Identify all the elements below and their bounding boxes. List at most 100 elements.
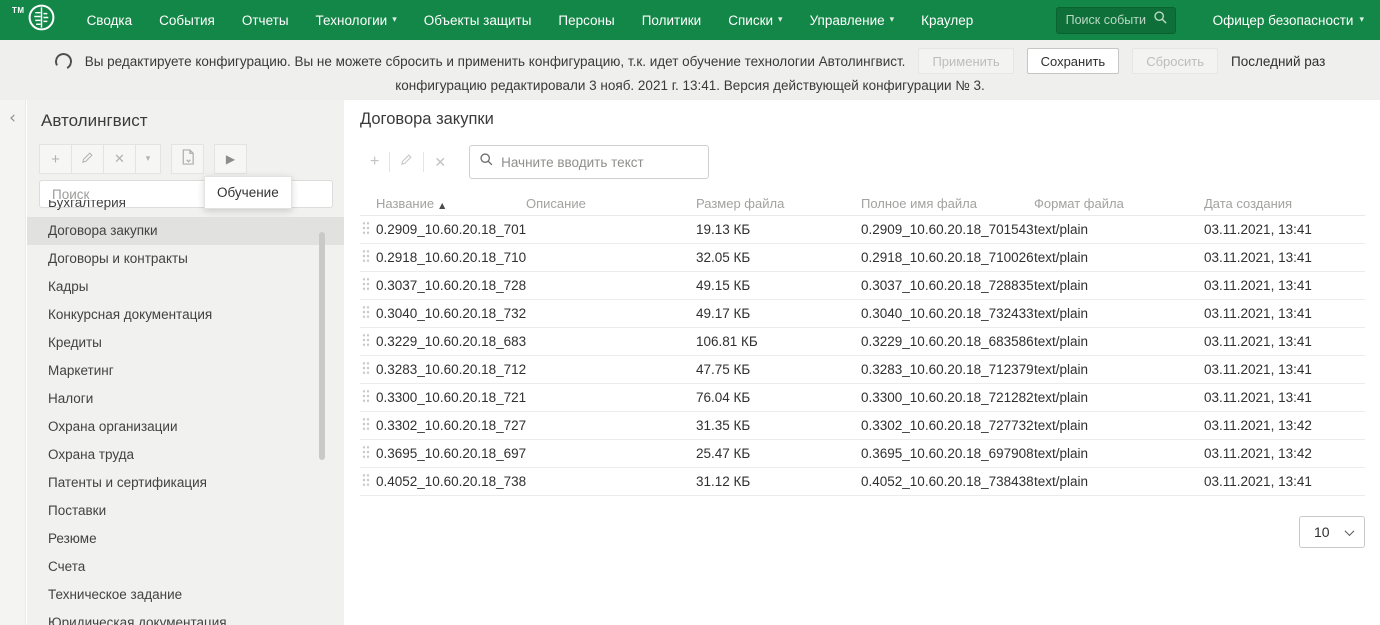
save-button[interactable]: Сохранить: [1026, 48, 1120, 74]
training-start-button[interactable]: ▶: [214, 144, 247, 174]
edit-file-button[interactable]: [390, 153, 423, 171]
table-row[interactable]: 0.2918_10.60.20.18_7100 32.05 КБ 0.2918_10…: [360, 244, 1365, 272]
column-header-name[interactable]: Название ▲: [376, 196, 526, 211]
table-row[interactable]: 0.3300_10.60.20.18_7212 76.04 КБ 0.3300_10…: [360, 384, 1365, 412]
table-row[interactable]: 0.3229_10.60.20.18_6835 106.81 КБ 0.3229_1…: [360, 328, 1365, 356]
cell-name: 0.3037_10.60.20.18_7288: [376, 278, 526, 293]
cell-name: 0.3229_10.60.20.18_6835: [376, 334, 526, 349]
nav-item-label: Персоны: [558, 12, 615, 28]
reset-button[interactable]: Сбросить: [1132, 48, 1219, 74]
delete-category-button[interactable]: ✕: [103, 144, 136, 174]
drag-handle-icon[interactable]: [362, 473, 370, 487]
cell-created: 03.11.2021, 13:41: [1204, 306, 1312, 321]
sidebar-item[interactable]: Поставки: [27, 497, 344, 525]
table-search-input[interactable]: [499, 153, 700, 171]
cell-full_name: 0.2918_10.60.20.18_710026…: [861, 250, 1034, 265]
nav-item-krauler[interactable]: Краулер: [921, 13, 973, 28]
more-actions-button[interactable]: ▾: [135, 144, 161, 174]
sidebar-toolbar: + ✕ ▾ ▶: [39, 144, 344, 174]
sidebar-title: Автолингвист: [41, 111, 148, 130]
chevron-down-icon: ▾: [889, 15, 895, 25]
table-row[interactable]: 0.3283_10.60.20.18_7123 47.75 КБ 0.3283_10…: [360, 356, 1365, 384]
table-row[interactable]: 0.3037_10.60.20.18_7288 49.15 КБ 0.3037_10…: [360, 272, 1365, 300]
sidebar-item[interactable]: Бухгалтерия: [27, 200, 344, 217]
sidebar-item-selected[interactable]: Договора закупки: [27, 217, 344, 245]
nav-item-politiki[interactable]: Политики: [642, 13, 702, 28]
sidebar-item[interactable]: Кредиты: [27, 329, 344, 357]
chevron-down-icon: ▾: [392, 15, 397, 25]
nav-item-svodka[interactable]: Сводка: [87, 13, 133, 28]
edit-category-button[interactable]: [71, 144, 104, 174]
drag-handle-icon[interactable]: [362, 445, 370, 459]
cell-created: 03.11.2021, 13:41: [1204, 222, 1312, 237]
sidebar-item[interactable]: Патенты и сертификация: [27, 469, 344, 497]
delete-file-button[interactable]: ✕: [424, 154, 456, 171]
sort-asc-icon: ▲: [439, 201, 446, 210]
sidebar-item[interactable]: Юридическая документация: [27, 609, 344, 625]
drag-handle-icon[interactable]: [362, 221, 370, 235]
close-icon: ✕: [114, 151, 125, 166]
tooltip-label: Обучение: [217, 185, 279, 200]
column-header-created[interactable]: Дата создания: [1204, 196, 1365, 211]
sidebar-scrollbar[interactable]: [319, 232, 325, 460]
nav-item-obekty-zashchity[interactable]: Объекты защиты: [424, 13, 532, 28]
nav-item-label: Сводка: [86, 12, 133, 28]
add-category-button[interactable]: +: [39, 144, 72, 174]
nav-item-otchety[interactable]: Отчеты: [242, 13, 289, 28]
events-search-box[interactable]: [1055, 6, 1176, 34]
sidebar-item[interactable]: Конкурсная документация: [27, 301, 344, 329]
table-row[interactable]: 0.4052_10.60.20.18_7384 31.12 КБ 0.4052_10…: [360, 468, 1365, 496]
app-logo[interactable]: TM: [12, 3, 56, 37]
nav-item-spiski[interactable]: Списки ▾: [728, 13, 782, 28]
nav-item-persony[interactable]: Персоны: [558, 13, 614, 28]
nav-item-label: Краулер: [921, 12, 974, 28]
sidebar-item[interactable]: Резюме: [27, 525, 344, 553]
banner-message: Вы редактируете конфигурацию. Вы не може…: [84, 53, 906, 69]
table-search-box[interactable]: [469, 145, 710, 179]
drag-handle-icon[interactable]: [362, 361, 370, 375]
column-header-format[interactable]: Формат файла: [1034, 196, 1204, 211]
sidebar-item[interactable]: Налоги: [27, 385, 344, 413]
nav-item-tekhnologii[interactable]: Технологии ▾: [316, 13, 397, 28]
sidebar-item[interactable]: Охрана организации: [27, 413, 344, 441]
nav-item-sobytiya[interactable]: События: [159, 13, 215, 28]
events-search-input[interactable]: [1063, 12, 1148, 28]
drag-handle-icon[interactable]: [362, 249, 370, 263]
table-row[interactable]: 0.3695_10.60.20.18_6979 25.47 КБ 0.3695_10…: [360, 440, 1365, 468]
drag-handle-icon[interactable]: [362, 277, 370, 291]
sidebar-item[interactable]: Счета: [27, 553, 344, 581]
drag-handle-icon[interactable]: [362, 389, 370, 403]
sidebar-item[interactable]: Кадры: [27, 273, 344, 301]
user-menu[interactable]: Офицер безопасности ▾: [1213, 13, 1364, 28]
cell-size: 32.05 КБ: [696, 250, 751, 265]
collapse-sidebar-icon[interactable]: ‹: [0, 108, 25, 128]
drag-handle-icon[interactable]: [362, 305, 370, 319]
page-size-value: 10: [1314, 524, 1330, 540]
sidebar-item[interactable]: Маркетинг: [27, 357, 344, 385]
sidebar-item[interactable]: Договоры и контракты: [27, 245, 344, 273]
table-row[interactable]: 0.3302_10.60.20.18_7277 31.35 КБ 0.3302_10…: [360, 412, 1365, 440]
config-banner: Вы редактируете конфигурацию. Вы не може…: [0, 40, 1380, 100]
sidebar-item[interactable]: Техническое задание: [27, 581, 344, 609]
cell-created: 03.11.2021, 13:42: [1204, 446, 1312, 461]
drag-handle-icon[interactable]: [362, 333, 370, 347]
cell-format: text/plain: [1034, 418, 1089, 433]
column-header-description[interactable]: Описание: [526, 196, 696, 211]
import-document-button[interactable]: [171, 144, 204, 174]
apply-button[interactable]: Применить: [918, 48, 1014, 74]
pencil-icon: [400, 153, 413, 170]
cell-name: 0.2918_10.60.20.18_7100: [376, 250, 526, 265]
sidebar-item[interactable]: Охрана труда: [27, 441, 344, 469]
cell-created: 03.11.2021, 13:41: [1204, 362, 1312, 377]
drag-handle-icon[interactable]: [362, 417, 370, 431]
page-size-select[interactable]: 10: [1299, 516, 1365, 548]
add-file-button[interactable]: +: [360, 153, 389, 171]
table-row[interactable]: 0.2909_10.60.20.18_7015 19.13 КБ 0.2909_10…: [360, 216, 1365, 244]
table-row[interactable]: 0.3040_10.60.20.18_7324 49.17 КБ 0.3040_10…: [360, 300, 1365, 328]
chevron-down-icon: [1344, 525, 1355, 536]
column-header-size[interactable]: Размер файла: [696, 196, 861, 211]
cell-name: 0.3300_10.60.20.18_7212: [376, 390, 526, 405]
nav-item-upravlenie[interactable]: Управление ▾: [810, 13, 895, 28]
main-panel: Договора закупки + ✕ Начните вводить тек…: [344, 100, 1380, 625]
column-header-fullname[interactable]: Полное имя файла: [861, 196, 1034, 211]
